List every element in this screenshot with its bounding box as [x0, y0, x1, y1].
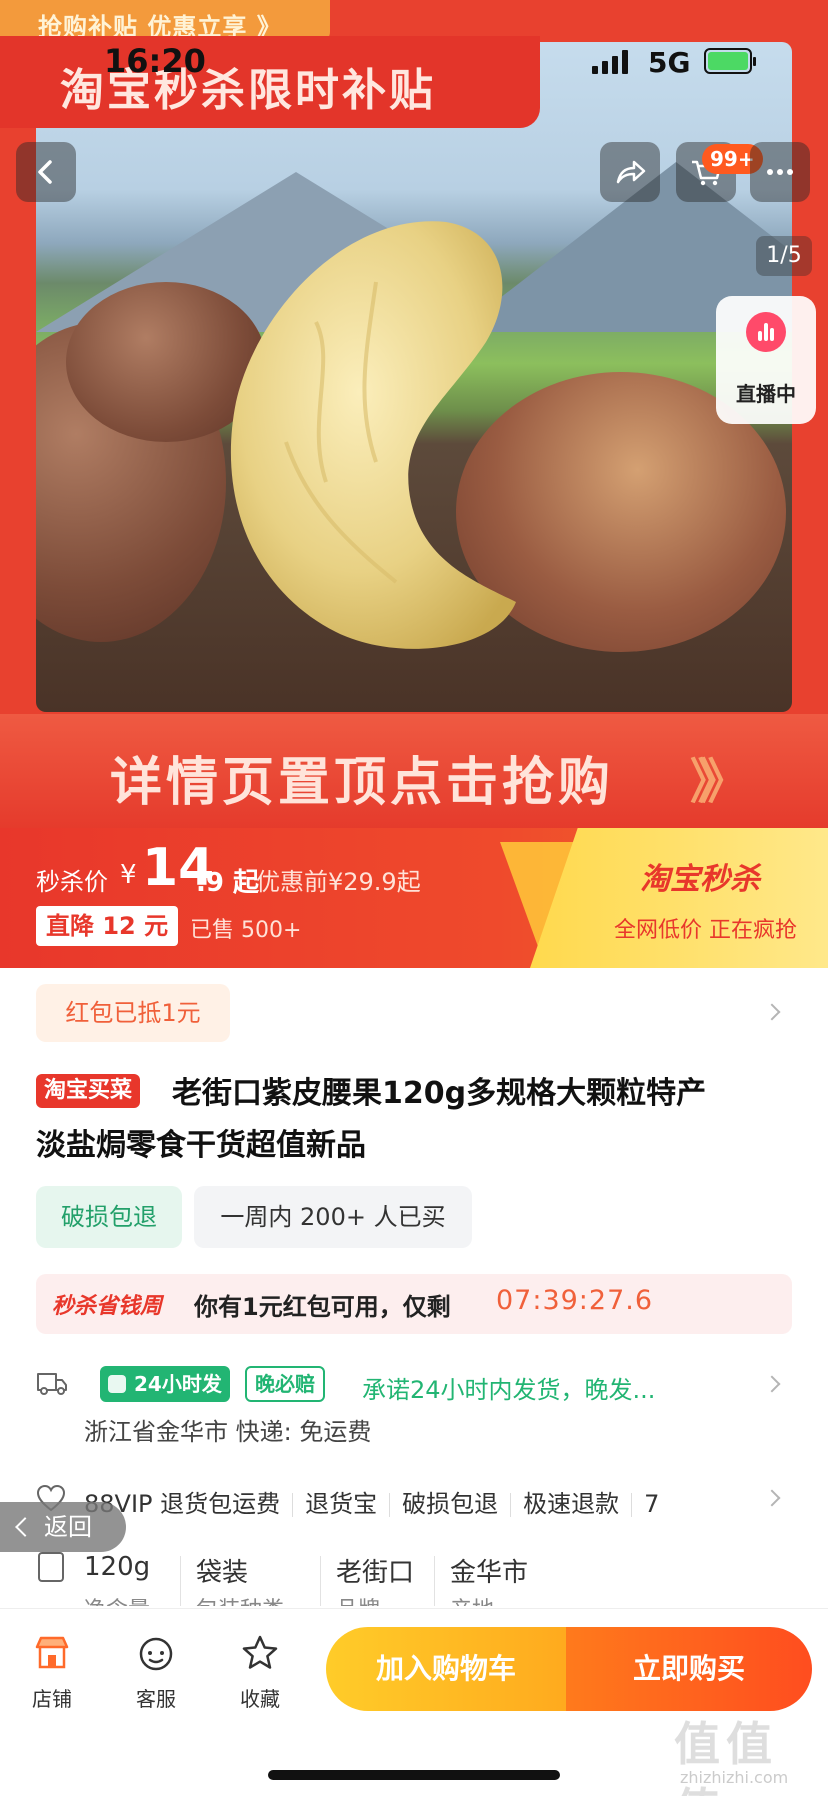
site-watermark-url: zhizhizhi.com [680, 1768, 789, 1787]
spec-label: 品牌 [336, 1592, 380, 1606]
price-band: 秒杀价 ¥ 14 .9 起 优惠前¥29.9起 直降 12 元 已售 500+ … [0, 828, 828, 968]
spec-value: 袋装 [196, 1558, 249, 1588]
late-compensation-badge: 晚必赔 [245, 1366, 325, 1402]
flash-sale-bar[interactable]: 秒杀省钱周 你有1元红包可用，仅剩 07:39:27.6 [36, 1274, 792, 1334]
shipping-origin: 浙江省金华市 快递: 免运费 [84, 1418, 372, 1446]
guarantee-list[interactable]: 88VIP 退货包运费 退货宝 破损包退 极速退款 7 [84, 1484, 659, 1519]
ship-24h-badge: 24小时发 [100, 1366, 230, 1402]
battery-icon [704, 48, 756, 74]
guarantee-item: 退货宝 [305, 1490, 378, 1518]
favorite-label: 收藏 [240, 1687, 280, 1711]
spec-label: 净含量 [84, 1592, 150, 1606]
shipping-promise[interactable]: 承诺24小时内发货，晚发... [362, 1370, 655, 1405]
guarantee-item: 7 [644, 1490, 660, 1518]
more-button[interactable] [750, 142, 810, 202]
price-currency: ¥ [120, 860, 137, 890]
status-time: 16:20 [104, 42, 206, 80]
chevron-right-icon[interactable] [763, 1003, 781, 1021]
detail-promo-text: 详情页置顶点击抢购 [110, 753, 615, 813]
product-title-line1: 老街口紫皮腰果120g多规格大颗粒特产 [172, 1076, 707, 1111]
live-icon [746, 312, 786, 352]
cashew-image [230, 221, 516, 649]
customer-service-label: 客服 [136, 1687, 176, 1711]
detail-promo-arrows: 》》 [690, 754, 748, 810]
spec-label: 包装种类 [196, 1592, 284, 1606]
product-image-gallery[interactable]: 抢购补贴 优惠立享 》 淘宝秒杀限时补贴 详情页置顶点击抢购 》》 [0, 0, 828, 828]
chevron-left-icon [38, 160, 52, 184]
promo-panel [530, 828, 828, 968]
sold-count: 已售 500+ [190, 918, 302, 943]
favorite-tab[interactable]: 收藏 [220, 1633, 300, 1712]
floating-back-button[interactable]: 返回 [0, 1502, 126, 1552]
chevron-right-icon[interactable] [763, 1375, 781, 1393]
live-label: 直播中 [736, 382, 796, 406]
live-stream-button[interactable]: 直播中 [716, 296, 816, 424]
buy-now-button[interactable]: 立即购买 [566, 1627, 812, 1711]
share-button[interactable] [600, 142, 660, 202]
product-title-line2: 淡盐焗零食干货超值新品 [36, 1128, 366, 1163]
promo-subtitle: 全网低价 正在疯抢 [614, 918, 797, 943]
price-drop-tag: 直降 12 元 [36, 906, 179, 946]
store-tab[interactable]: 店铺 [12, 1633, 92, 1712]
flash-sale-banner: 淘宝秒杀限时补贴 [0, 36, 540, 128]
promo-title: 淘宝秒杀 [640, 862, 760, 897]
network-type: 5G [648, 46, 691, 79]
spec-value: 金华市 [450, 1558, 529, 1588]
coupon-chip[interactable]: 红包已抵1元 [36, 984, 230, 1042]
spec-value: 120g [84, 1552, 151, 1582]
price-decimal: .9 起 [196, 868, 260, 898]
countdown-timer: 07:39:27.6 [496, 1285, 654, 1316]
customer-service-tab[interactable]: 客服 [116, 1633, 196, 1712]
flash-sale-text: 你有1元红包可用，仅剩 [194, 1293, 451, 1321]
add-to-cart-button[interactable]: 加入购物车 [326, 1627, 566, 1711]
home-indicator[interactable] [268, 1770, 560, 1780]
detail-promo-strip[interactable]: 详情页置顶点击抢购 》》 [0, 714, 828, 828]
channel-tag: 淘宝买菜 [36, 1074, 141, 1108]
original-price: 优惠前¥29.9起 [256, 868, 421, 896]
back-button[interactable] [16, 142, 76, 202]
signal-icon [592, 50, 628, 74]
spec-value: 老街口 [336, 1558, 415, 1588]
product-photo [36, 42, 792, 712]
truck-icon [37, 1373, 67, 1395]
share-icon [616, 160, 646, 184]
spec-label: 产地 [450, 1592, 494, 1606]
more-dots-icon [767, 169, 793, 175]
guarantee-item: 破损包退 [402, 1490, 499, 1518]
chat-face-icon [139, 1637, 173, 1671]
store-icon [35, 1636, 69, 1669]
guarantee-item: 极速退款 [523, 1490, 620, 1518]
store-label: 店铺 [32, 1687, 72, 1711]
image-pager: 1/5 [756, 236, 812, 276]
star-icon [242, 1635, 278, 1669]
chevron-right-icon[interactable] [763, 1489, 781, 1507]
service-tag-weekly-buyers[interactable]: 一周内 200+ 人已买 [194, 1186, 472, 1248]
spec-clipboard-icon [38, 1552, 64, 1582]
service-tag-damage-refund[interactable]: 破损包退 [36, 1186, 182, 1248]
flash-sale-tag: 秒杀省钱周 [52, 1294, 163, 1319]
price-label: 秒杀价 [36, 868, 108, 896]
